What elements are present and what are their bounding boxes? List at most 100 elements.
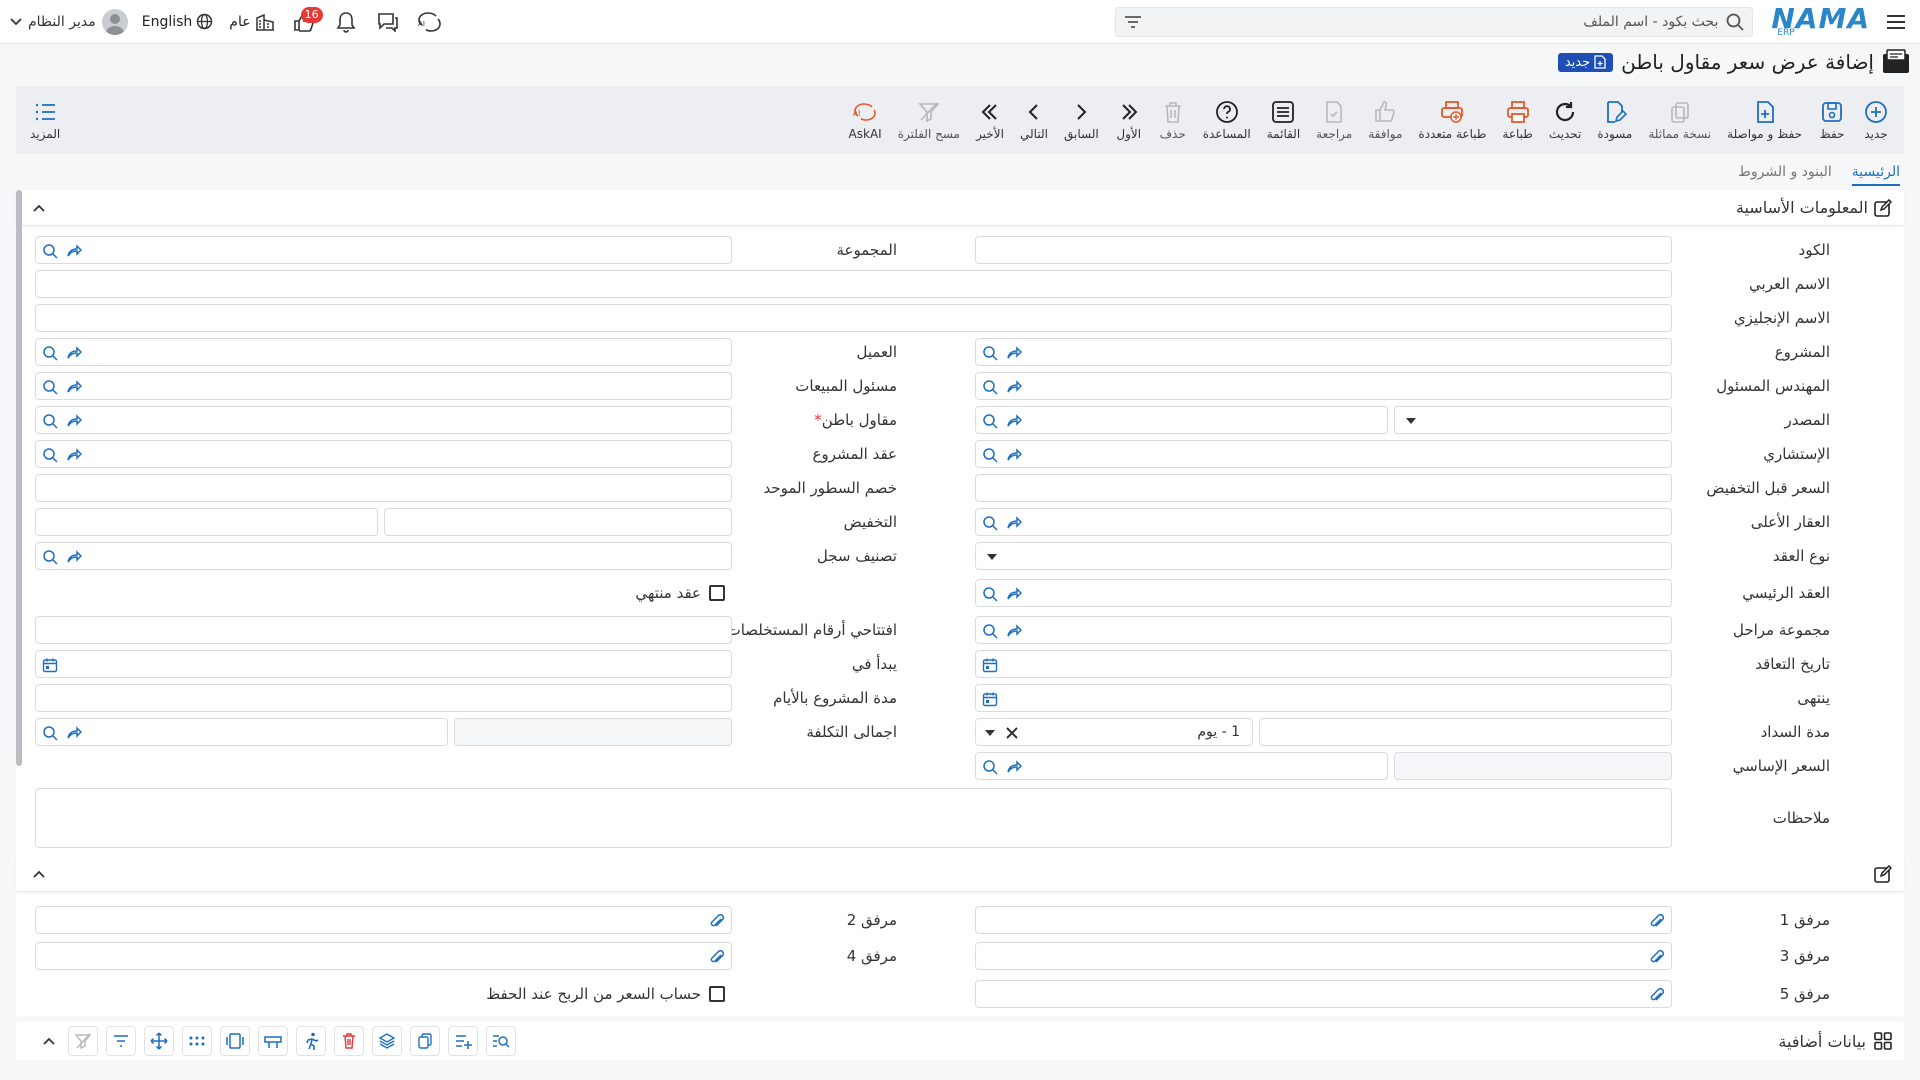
search-refresh-icon[interactable] [982,586,998,602]
calendar-icon[interactable] [982,657,998,673]
parent-property-input[interactable] [975,508,1672,536]
share-icon[interactable] [1006,447,1022,463]
share-icon[interactable] [66,447,82,463]
print-button[interactable]: طباعة [1494,90,1540,150]
stage-group-input[interactable] [975,616,1672,644]
run-icon[interactable] [296,1026,326,1056]
review-button[interactable]: مراجعة [1308,90,1360,150]
contract-date-input[interactable] [975,650,1672,678]
table-icon[interactable] [258,1026,288,1056]
clear-icon[interactable] [1004,725,1020,741]
sales-rep-input[interactable] [35,372,732,400]
share-icon[interactable] [1006,586,1022,602]
main-contract-input[interactable] [975,579,1672,607]
duplicate-button[interactable]: نسخة مماثلة [1640,90,1719,150]
search-refresh-icon[interactable] [982,379,998,395]
record-class-input[interactable] [35,542,732,570]
share-icon[interactable] [66,725,82,741]
share-icon[interactable] [1006,379,1022,395]
add-row-icon[interactable] [448,1026,478,1056]
approve-button[interactable]: موافقة [1360,90,1410,150]
total-cost-input[interactable] [35,718,448,746]
attachment-2-input[interactable] [35,906,732,934]
english-name-input[interactable] [35,304,1672,332]
move-icon[interactable] [144,1026,174,1056]
discount-value-input[interactable] [35,508,378,536]
notes-textarea[interactable] [35,788,1672,848]
copy-icon[interactable] [410,1026,440,1056]
tab-main[interactable]: الرئيسية [1851,160,1900,186]
search-refresh-icon[interactable] [42,345,58,361]
caret-down-icon[interactable] [982,725,998,741]
share-icon[interactable] [1006,623,1022,639]
save-continue-button[interactable]: حفظ و مواصلة [1719,90,1810,150]
duration-days-input[interactable] [35,684,732,712]
more-button[interactable]: المزيد [22,90,68,150]
share-icon[interactable] [66,413,82,429]
column-icon[interactable] [220,1026,250,1056]
share-icon[interactable] [1006,345,1022,361]
ai-icon[interactable]: AI [409,5,451,39]
save-button[interactable]: حفظ [1810,90,1854,150]
project-contract-input[interactable] [35,440,732,468]
attachment-3-input[interactable] [975,942,1672,970]
subcontractor-input[interactable] [35,406,732,434]
paperclip-icon[interactable] [1649,987,1665,1003]
filter-icon[interactable] [106,1026,136,1056]
collapse-icon[interactable] [28,863,50,885]
multi-print-button[interactable]: طباعة متعددة [1410,90,1494,150]
bell-icon[interactable] [325,5,367,39]
paperclip-icon[interactable] [1649,949,1665,965]
share-icon[interactable] [1006,413,1022,429]
contract-type-select[interactable] [975,542,1672,570]
layers-icon[interactable] [372,1026,402,1056]
attachment-1-input[interactable] [975,906,1672,934]
last-button[interactable]: الأخير [968,90,1012,150]
share-icon[interactable] [66,243,82,259]
delete-row-icon[interactable] [334,1026,364,1056]
search-refresh-icon[interactable] [982,759,998,775]
source-type-select[interactable] [1394,406,1672,434]
contract-ended-checkbox[interactable] [709,585,725,601]
unified-line-discount-input[interactable] [35,474,732,502]
draft-button[interactable]: مسودة [1589,90,1640,150]
tab-terms[interactable]: البنود و الشروط [1738,160,1832,186]
chat-icon[interactable] [367,5,409,39]
scrollbar[interactable] [16,190,22,766]
search-refresh-icon[interactable] [982,623,998,639]
payment-unit-select[interactable]: 1 - يوم [975,718,1253,746]
calc-price-checkbox[interactable] [709,986,725,1002]
starts-at-input[interactable] [35,650,732,678]
search-refresh-icon[interactable] [42,243,58,259]
list-button[interactable]: القائمة [1259,90,1308,150]
share-icon[interactable] [66,345,82,361]
group-input[interactable] [35,236,732,264]
discount-percent-input[interactable] [384,508,732,536]
share-icon[interactable] [1006,759,1022,775]
search-icon[interactable] [1726,13,1744,31]
arabic-name-input[interactable] [35,270,1672,298]
extra-data-title[interactable]: بيانات أضافية [1778,1032,1892,1051]
share-icon[interactable] [66,379,82,395]
first-button[interactable]: الأول [1107,90,1151,150]
approvals-icon[interactable]: 16 [283,5,325,39]
search-refresh-icon[interactable] [982,447,998,463]
search-input[interactable] [1150,13,1719,30]
search-refresh-icon[interactable] [42,413,58,429]
share-icon[interactable] [66,549,82,565]
previous-button[interactable]: السابق [1056,90,1107,150]
engineer-input[interactable] [975,372,1672,400]
collapse-icon[interactable] [28,197,50,219]
base-price-input[interactable] [975,752,1388,780]
help-button[interactable]: المساعدة [1195,90,1259,150]
payment-period-input[interactable] [1259,718,1672,746]
share-icon[interactable] [1006,515,1022,531]
project-input[interactable] [975,338,1672,366]
ask-ai-button[interactable]: AI AskAI [841,90,890,150]
attachment-5-input[interactable] [975,980,1672,1008]
search-refresh-icon[interactable] [42,549,58,565]
paperclip-icon[interactable] [709,949,725,965]
search-refresh-icon[interactable] [42,379,58,395]
calendar-icon[interactable] [42,657,58,673]
search-refresh-icon[interactable] [42,725,58,741]
